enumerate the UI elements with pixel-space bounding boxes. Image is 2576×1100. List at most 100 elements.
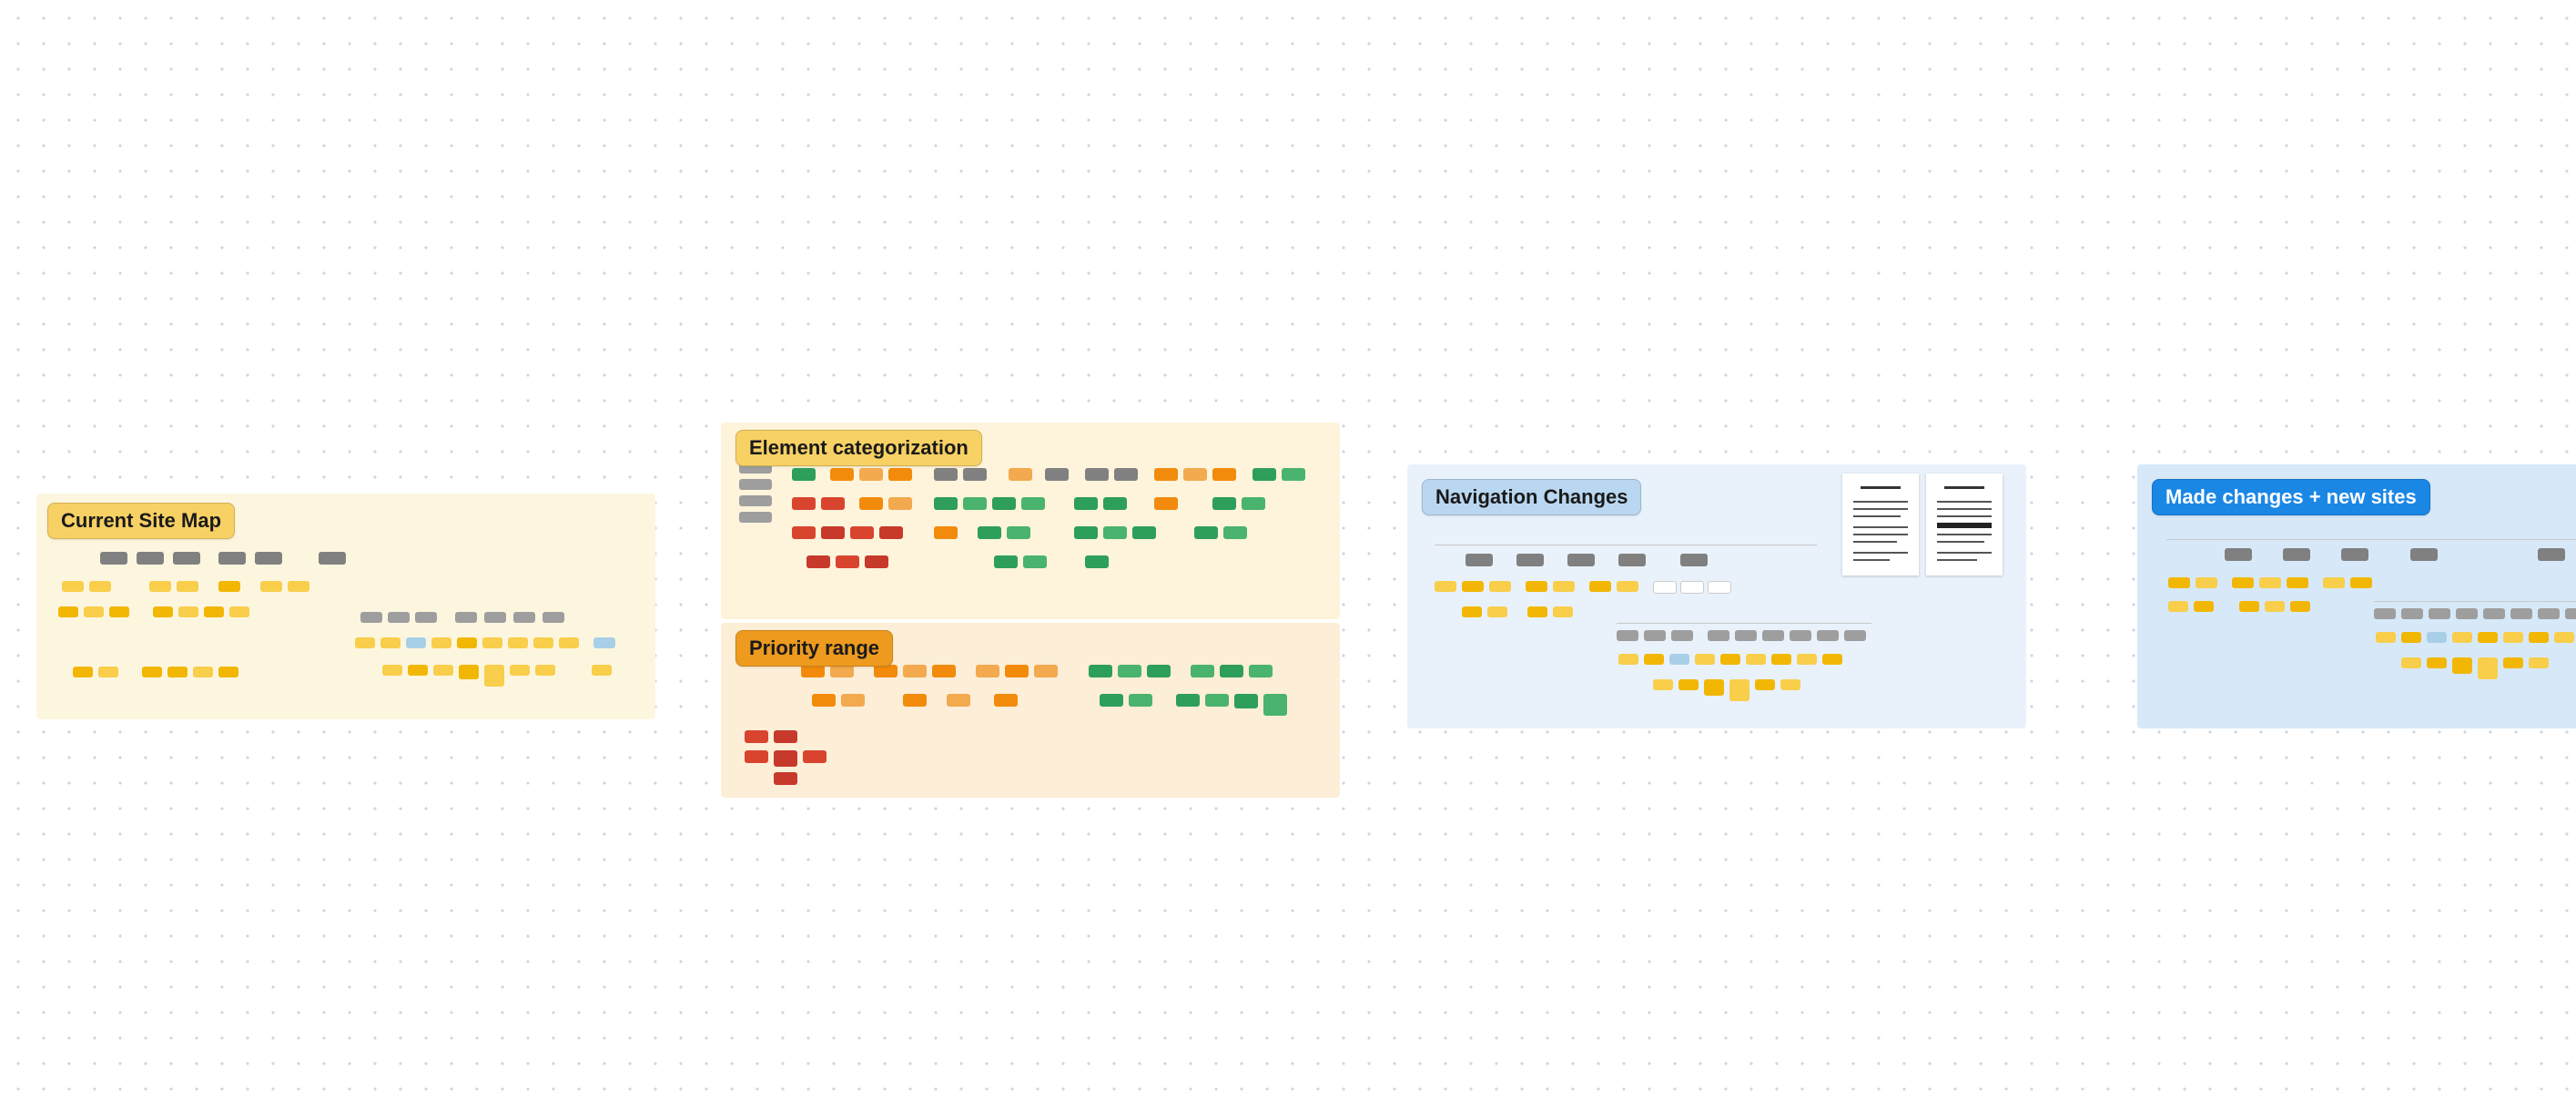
node	[934, 526, 958, 539]
node	[874, 665, 898, 677]
node	[73, 667, 93, 677]
node	[1212, 468, 1236, 481]
node	[2427, 657, 2447, 668]
node	[976, 665, 999, 677]
label-element-categorization: Element categorization	[735, 430, 982, 466]
node	[1435, 581, 1456, 592]
node	[1746, 654, 1766, 665]
node	[382, 665, 402, 676]
node	[1253, 468, 1276, 481]
node	[559, 637, 579, 648]
node	[1617, 581, 1638, 592]
node	[2554, 632, 2574, 643]
node	[2341, 548, 2368, 561]
label-made-changes: Made changes + new sites	[2152, 479, 2430, 515]
node	[1526, 581, 1547, 592]
node	[903, 694, 927, 707]
node	[1118, 665, 1141, 677]
node	[1644, 630, 1666, 641]
node	[1045, 468, 1069, 481]
node	[1100, 694, 1123, 707]
node	[218, 667, 238, 677]
node	[1844, 630, 1866, 641]
node	[792, 468, 816, 481]
node	[2239, 601, 2259, 612]
node	[865, 555, 888, 568]
node	[1553, 581, 1575, 592]
node	[1129, 694, 1152, 707]
node	[2410, 548, 2438, 561]
node	[888, 468, 912, 481]
node	[1103, 497, 1127, 510]
node	[2510, 608, 2532, 619]
node	[62, 581, 84, 592]
node	[859, 468, 883, 481]
legend-item	[739, 479, 772, 490]
node	[2194, 601, 2214, 612]
node	[2168, 577, 2190, 588]
node	[431, 637, 451, 648]
node	[408, 665, 428, 676]
node	[513, 612, 535, 623]
node	[801, 665, 825, 677]
node	[803, 750, 827, 763]
node	[1132, 526, 1156, 539]
node	[1817, 630, 1839, 641]
node	[830, 665, 854, 677]
node	[2452, 657, 2472, 674]
node	[1007, 526, 1030, 539]
node	[173, 552, 200, 565]
node	[484, 612, 506, 623]
node	[149, 581, 171, 592]
node	[1103, 526, 1127, 539]
node	[1465, 554, 1493, 566]
node	[388, 612, 410, 623]
legend-item	[739, 495, 772, 506]
node	[2232, 577, 2254, 588]
node	[992, 497, 1016, 510]
node	[142, 667, 162, 677]
node	[1085, 468, 1109, 481]
node	[84, 606, 104, 617]
node	[792, 526, 816, 539]
node	[774, 772, 797, 785]
node	[2287, 577, 2308, 588]
node	[994, 694, 1018, 707]
node	[903, 665, 927, 677]
node	[1223, 526, 1247, 539]
node	[1680, 554, 1708, 566]
node	[204, 606, 224, 617]
document-thumbnail	[1926, 474, 2003, 575]
node	[2374, 608, 2396, 619]
node	[1644, 654, 1664, 665]
node	[1589, 581, 1611, 592]
node	[218, 552, 246, 565]
node	[415, 612, 437, 623]
node	[821, 497, 845, 510]
node	[1462, 581, 1484, 592]
node	[1553, 606, 1573, 617]
node	[260, 581, 282, 592]
node	[1617, 630, 1638, 641]
node	[288, 581, 309, 592]
node	[2478, 657, 2498, 679]
node	[850, 526, 874, 539]
node	[1790, 630, 1811, 641]
node	[380, 637, 401, 648]
node	[745, 750, 768, 763]
node	[177, 581, 198, 592]
node	[1220, 665, 1243, 677]
node	[1282, 468, 1305, 481]
node	[934, 497, 958, 510]
node	[508, 637, 528, 648]
node	[1780, 679, 1800, 690]
node	[535, 665, 555, 676]
node	[1720, 654, 1740, 665]
node	[2478, 632, 2498, 643]
node	[2196, 577, 2217, 588]
node	[1249, 665, 1273, 677]
node	[2483, 608, 2505, 619]
node	[1695, 654, 1715, 665]
node	[774, 750, 797, 767]
node	[593, 637, 615, 648]
